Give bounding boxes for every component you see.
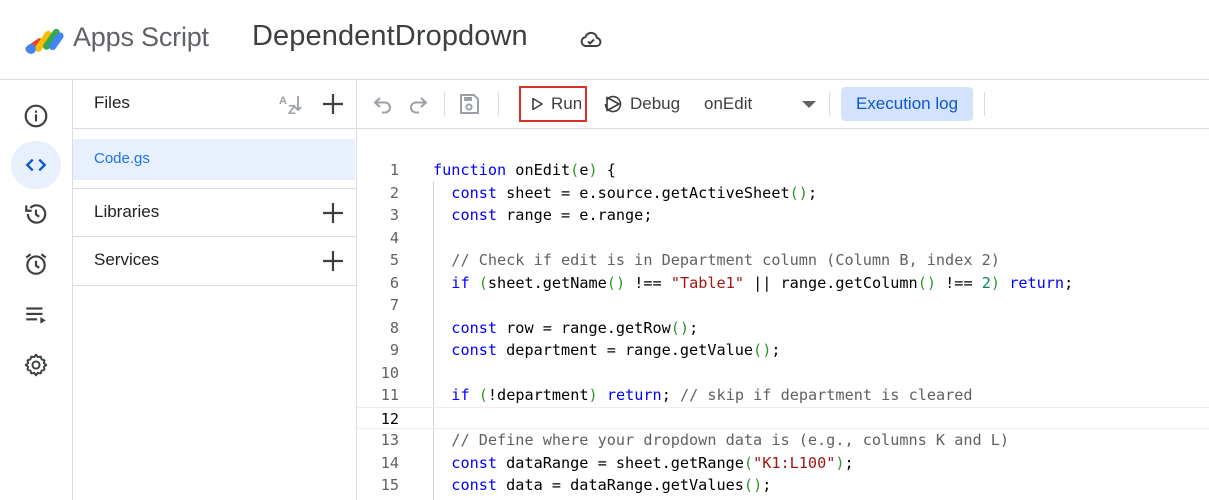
debug-label: Debug: [630, 94, 681, 113]
svg-text:Z: Z: [288, 102, 296, 117]
rail-triggers-button[interactable]: [11, 240, 61, 288]
line-number: 14: [380, 453, 399, 472]
code-editor[interactable]: 1 function onEdit(e) { 2 const sheet = e.s…: [357, 129, 1209, 500]
line-code: // Define where your dropdown data is (e…: [451, 431, 1010, 449]
line-number: 3: [389, 206, 399, 224]
line-number: 1: [389, 161, 399, 179]
redo-icon[interactable]: [406, 92, 430, 116]
left-rail: [0, 80, 73, 500]
libraries-label: Libraries: [94, 202, 160, 221]
libraries-row: Libraries: [73, 188, 357, 237]
run-button[interactable]: Run: [519, 86, 587, 122]
undo-icon[interactable]: [371, 92, 395, 116]
line-number: 8: [389, 318, 399, 337]
rail-overview-button[interactable]: [11, 92, 61, 140]
code-line[interactable]: 1 function onEdit(e) {: [357, 159, 1209, 182]
line-code: const department = range.getValue();: [451, 341, 781, 359]
code-line[interactable]: 3 const range = e.range;: [357, 204, 1209, 227]
rail-editor-button[interactable]: [11, 141, 61, 189]
debug-button[interactable]: Debug: [602, 86, 680, 122]
code-line[interactable]: 13 // Define where your dropdown data is…: [357, 429, 1209, 452]
executions-icon: [26, 307, 46, 324]
line-number: 6: [389, 273, 399, 292]
code-line[interactable]: 11 if (!department) return; // skip if d…: [357, 384, 1209, 407]
gear-icon: [24, 353, 48, 377]
code-line[interactable]: 8 const row = range.getRow();: [357, 317, 1209, 340]
history-icon: [25, 204, 47, 224]
execution-log-button[interactable]: Execution log: [841, 87, 973, 121]
code-line[interactable]: 2 const sheet = e.source.getActiveSheet(…: [357, 182, 1209, 205]
code-line[interactable]: 14 const dataRange = sheet.getRange("K1:…: [357, 452, 1209, 475]
line-code: // Check if edit is in Department column…: [451, 251, 1000, 269]
add-library-icon[interactable]: [321, 201, 345, 225]
code-line[interactable]: 9 const department = range.getValue();: [357, 339, 1209, 362]
file-name: Code.gs: [94, 150, 150, 167]
editor-toolbar: Run Debug onEdit Execution log: [357, 80, 1209, 129]
code-icon: [25, 158, 47, 172]
line-code: const data = dataRange.getValues();: [451, 476, 772, 494]
code-line[interactable]: 6 if (sheet.getName() !== "Table1" || ra…: [357, 272, 1209, 295]
add-service-icon[interactable]: [321, 249, 345, 273]
line-number: 15: [380, 476, 399, 494]
project-title[interactable]: DependentDropdown: [252, 20, 528, 53]
services-row: Services: [73, 237, 357, 286]
line-number: 5: [389, 251, 399, 269]
run-label: Run: [551, 94, 583, 113]
code-line[interactable]: 12: [357, 406, 1209, 429]
play-icon: [532, 97, 543, 111]
cloud-saved-icon: [580, 31, 602, 47]
execution-log-label: Execution log: [855, 94, 959, 113]
alarm-icon: [25, 253, 47, 275]
files-panel: Files A Z Code.gs Libraries Services: [73, 80, 357, 500]
toolbar-divider: [984, 92, 985, 116]
line-code: const sheet = e.source.getActiveSheet();: [451, 183, 818, 202]
add-file-icon[interactable]: [321, 92, 345, 116]
code-line[interactable]: 4: [357, 227, 1209, 250]
line-code: const range = e.range;: [451, 206, 653, 224]
chevron-down-icon: [802, 101, 816, 108]
line-number: 2: [389, 183, 399, 202]
line-number: 9: [389, 341, 399, 359]
debug-icon: [604, 95, 622, 113]
rail-executions-button[interactable]: [11, 291, 61, 339]
app-header: Apps Script DependentDropdown: [0, 0, 1209, 80]
files-header: Files A Z: [73, 80, 357, 129]
apps-script-logo-icon[interactable]: [22, 20, 66, 56]
svg-text:A: A: [279, 95, 287, 107]
line-number: 10: [380, 363, 399, 382]
line-number: 4: [389, 228, 399, 247]
app-name: Apps Script: [73, 22, 209, 52]
toolbar-divider: [829, 92, 830, 116]
line-number: 7: [389, 296, 399, 314]
save-icon[interactable]: [457, 92, 481, 116]
files-label: Files: [94, 93, 130, 112]
line-number: 11: [380, 386, 399, 404]
rail-history-button[interactable]: [11, 190, 61, 238]
line-code: const row = range.getRow();: [451, 318, 699, 337]
line-number: 13: [380, 431, 399, 449]
line-code: function onEdit(e) {: [433, 161, 616, 179]
line-code: const dataRange = sheet.getRange("K1:L10…: [451, 453, 854, 472]
rail-settings-button[interactable]: [11, 341, 61, 389]
line-number: 12: [380, 409, 399, 428]
code-line[interactable]: 10: [357, 362, 1209, 385]
services-label: Services: [94, 250, 160, 269]
file-item-code-gs[interactable]: Code.gs: [73, 139, 355, 180]
line-code: if (!department) return; // skip if depa…: [451, 386, 973, 404]
code-line[interactable]: 15 const data = dataRange.getValues();: [357, 474, 1209, 497]
toolbar-divider: [498, 92, 499, 116]
toolbar-divider: [444, 92, 445, 116]
info-icon: [24, 104, 48, 128]
function-select-value: onEdit: [704, 94, 753, 113]
sort-az-icon[interactable]: A Z: [278, 92, 306, 118]
code-line[interactable]: 7: [357, 294, 1209, 317]
function-select[interactable]: onEdit: [704, 86, 816, 122]
line-code: if (sheet.getName() !== "Table1" || rang…: [451, 273, 1074, 292]
code-line[interactable]: 5 // Check if edit is in Department colu…: [357, 249, 1209, 272]
